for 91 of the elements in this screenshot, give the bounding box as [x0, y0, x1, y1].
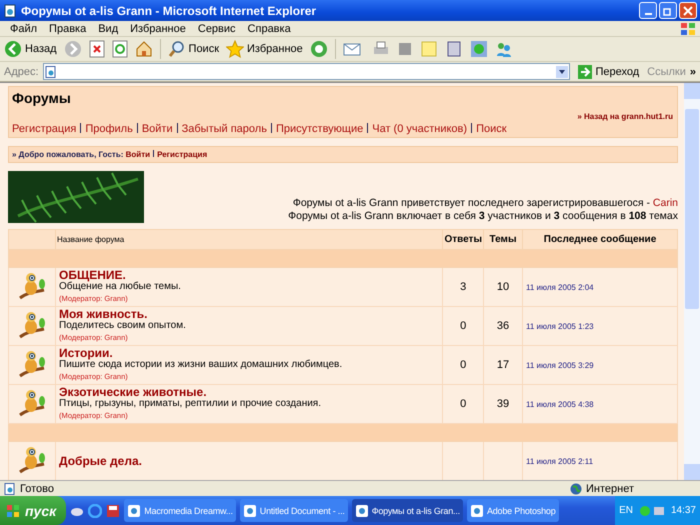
menu-item[interactable]: Справка — [242, 22, 297, 34]
menu-item[interactable]: Вид — [92, 22, 124, 34]
menu-item[interactable]: Правка — [43, 22, 92, 34]
stats-text: Форумы ot a-lis Grann включает в себя 3 участников и 3 сообщения в 108 темах — [288, 210, 678, 223]
page-icon — [44, 66, 57, 78]
address-field[interactable] — [42, 63, 570, 80]
forward-icon[interactable] — [64, 40, 82, 58]
media-icon[interactable] — [310, 40, 328, 58]
home-icon[interactable] — [134, 40, 153, 58]
page-icon — [4, 482, 16, 494]
app-icon — [242, 504, 257, 518]
taskbar-button[interactable]: Untitled Document - ... — [240, 499, 348, 522]
forum-description: Общение на любые темы. — [59, 281, 182, 293]
topics-count: 17 — [496, 359, 510, 371]
back-button[interactable]: Назад — [4, 40, 57, 58]
app-icon — [127, 504, 142, 518]
nav-link[interactable]: Присутствующие — [276, 123, 364, 135]
forum-description: Птицы, грызуны, приматы, рептилии и прочие создания. — [59, 398, 322, 410]
refresh-icon[interactable] — [112, 40, 128, 58]
app-icon — [354, 504, 369, 518]
menu-item[interactable]: Сервис — [192, 22, 242, 34]
forum-link[interactable]: Истории. — [59, 347, 440, 359]
forum-link[interactable]: Экзотические животные. — [59, 386, 440, 398]
star-icon — [226, 40, 244, 58]
replies-count: 0 — [460, 320, 466, 332]
welcome-link[interactable]: Регистрация — [157, 150, 208, 159]
welcome-link[interactable]: Войти — [126, 150, 150, 159]
nav-link[interactable]: Чат (0 участников) — [372, 123, 468, 135]
nav-link[interactable]: Забытый пароль — [182, 123, 267, 135]
app-icon — [470, 504, 484, 518]
arrow-icon — [578, 64, 592, 78]
back-link[interactable]: » Назад на grann.hut1.ru — [577, 112, 673, 121]
clock: 14:37 — [670, 505, 696, 516]
forum-link[interactable]: Моя живность. — [59, 308, 440, 320]
column-header: Ответы — [442, 230, 484, 250]
replies-count: 0 — [460, 398, 466, 410]
forum-description: Поделитесь своим опытом. — [59, 320, 187, 332]
zone-text: Интернет — [586, 482, 635, 494]
replies-count: 0 — [460, 359, 466, 371]
taskbar-button[interactable]: Adobe Photoshop — [466, 499, 558, 522]
restore-icon — [663, 6, 673, 16]
forum-description: Пишите сюда истории из жизни ваших домашних любимцев. — [59, 359, 344, 371]
topics-count: 39 — [496, 398, 510, 410]
menu-item[interactable]: Файл — [4, 22, 44, 34]
last-post-date[interactable]: 11 июля 2005 3:29 — [526, 360, 594, 370]
nav-link[interactable]: Поиск — [476, 123, 507, 135]
column-header: Название форума — [56, 230, 443, 250]
globe-icon — [570, 482, 582, 494]
nav-link[interactable]: Профиль — [85, 123, 133, 135]
menu-item[interactable]: Избранное — [124, 22, 192, 34]
taskbar-button[interactable]: Macromedia Dreamw... — [124, 499, 236, 522]
windows-logo-icon — [6, 504, 20, 518]
start-button[interactable]: пуск — [0, 496, 66, 525]
column-header: Темы — [484, 230, 522, 250]
column-header: Последнее сообщение — [522, 230, 678, 250]
window-title: Форумы ot a-lis Grann - Microsoft Internet Explorer — [21, 4, 318, 18]
minimize-button[interactable] — [639, 2, 657, 19]
more-button[interactable]: » — [690, 66, 696, 78]
stats-text: Форумы ot a-lis Grann приветствует последнего зарегистрировавшегося - Carin — [292, 197, 678, 210]
restore-button[interactable] — [659, 2, 677, 19]
header-cell — [8, 230, 56, 250]
search-icon — [168, 40, 186, 58]
close-button[interactable] — [679, 2, 697, 19]
go-button[interactable]: Переход — [574, 64, 644, 78]
taskbar-button[interactable]: Форумы ot a-lis Gran... — [352, 499, 463, 522]
dropdown-icon[interactable] — [556, 66, 568, 78]
close-icon — [683, 6, 693, 16]
last-post-date[interactable]: 11 июля 2005 2:04 — [526, 282, 594, 292]
address-label: Адрес: — [4, 66, 39, 78]
last-post-date[interactable]: 11 июля 2005 2:11 — [526, 456, 594, 466]
scrollbar[interactable] — [684, 83, 700, 480]
topics-count: 36 — [496, 320, 510, 332]
search-button[interactable]: Поиск — [168, 40, 220, 58]
nav-link[interactable]: Регистрация — [12, 123, 76, 135]
status-text: Готово — [20, 482, 54, 494]
messenger-icon[interactable] — [494, 40, 513, 58]
user-link[interactable]: Carin — [652, 197, 678, 209]
welcome-text: » Добро пожаловать, Гость: — [12, 150, 124, 159]
stop-icon[interactable] — [88, 40, 105, 58]
nav-link[interactable]: Войти — [142, 123, 173, 135]
replies-count: 3 — [460, 281, 466, 293]
forum-title: Форумы — [12, 90, 72, 106]
last-post-date[interactable]: 11 июля 2005 1:23 — [526, 322, 594, 330]
minimize-icon — [644, 13, 652, 15]
last-post-date[interactable]: 11 июля 2005 4:38 — [526, 400, 594, 408]
browser-icon[interactable] — [88, 504, 102, 518]
page-icon — [3, 4, 17, 18]
forum-link[interactable]: ОБЩЕНИЕ. — [59, 269, 440, 281]
favorites-button[interactable]: Избранное — [226, 40, 303, 58]
topics-count: 10 — [496, 281, 510, 293]
windows-logo-icon — [680, 22, 696, 36]
